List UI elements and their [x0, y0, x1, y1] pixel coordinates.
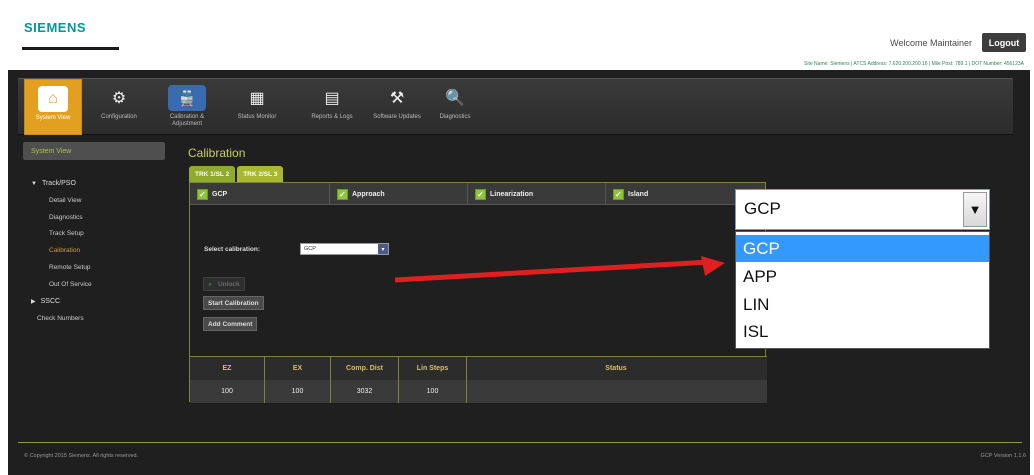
- toolbar-label: Software Updates: [373, 114, 421, 120]
- checkmark-icon: ✓: [337, 188, 348, 200]
- sidebar-item-diagnostics[interactable]: Diagnostics: [49, 214, 83, 221]
- cal-type-approach[interactable]: ✓ Approach: [330, 183, 468, 205]
- app-window: SIEMENS Welcome Maintainer Logout Site N…: [0, 0, 1034, 475]
- table-header: EZ: [190, 357, 265, 380]
- track-tabs: TRK 1/SL 2 TRK 2/SL 3: [189, 166, 284, 182]
- add-comment-button[interactable]: Add Comment: [203, 317, 258, 331]
- select-calibration-label: Select calibration:: [204, 246, 260, 253]
- calibration-type-row: ✓ GCP ✓ Approach ✓ Linearization ✓ Island: [190, 183, 765, 205]
- table-cell: 100: [265, 380, 331, 403]
- dropdown-option-app[interactable]: APP: [736, 263, 989, 290]
- dropdown-options-list: GCP APP LIN ISL: [735, 231, 990, 349]
- magnifier-icon: 🔍: [445, 90, 465, 107]
- toolbar-label: Diagnostics: [439, 114, 471, 120]
- dropdown-option-isl[interactable]: ISL: [736, 318, 989, 345]
- calibration-panel: ✓ GCP ✓ Approach ✓ Linearization ✓ Island Se…: [189, 182, 767, 403]
- calibration-select-value: GCP: [304, 246, 316, 252]
- main-toolbar: ⌂ System View ⚙ Configuration 🚆 Calibrat…: [18, 78, 1013, 135]
- sidebar-item-check-numbers[interactable]: Check Numbers: [37, 315, 84, 322]
- house-icon: ⌂: [38, 86, 68, 112]
- red-arrow-annotation: [395, 256, 725, 283]
- checkmark-icon: ✓: [613, 188, 624, 200]
- results-table: EZ EX Comp. Dist Lin Steps Status 100 10…: [190, 356, 767, 403]
- sidebar-node-sscc[interactable]: ▶ SSCC: [31, 298, 60, 305]
- cal-type-label: Linearization: [490, 190, 534, 198]
- checkmark-icon: ✓: [475, 188, 486, 200]
- table-row: 100 100 3032 100: [190, 380, 767, 403]
- toolbar-label: Configuration: [101, 114, 137, 120]
- toolbar-label: Calibration & Adjustment: [169, 114, 205, 127]
- toolbar-label: Status Monitor: [237, 114, 277, 120]
- document-icon: ▤: [324, 90, 340, 107]
- sidebar-node-label: Track/PSO: [41, 180, 76, 187]
- welcome-text: Welcome Maintainer: [890, 38, 972, 48]
- gears-icon: ⚙: [111, 90, 127, 107]
- toolbar-reports-logs[interactable]: ▤ Reports & Logs: [303, 79, 361, 135]
- table-header: Lin Steps: [399, 357, 467, 380]
- expand-triangle-icon[interactable]: ▼: [31, 181, 37, 187]
- toolbar-status-monitor[interactable]: ▦ Status Monitor: [228, 79, 286, 135]
- chevron-down-icon[interactable]: ▾: [378, 244, 388, 254]
- table-cell: 100: [190, 380, 265, 403]
- page-header: SIEMENS Welcome Maintainer Logout Site N…: [8, 10, 1030, 70]
- toolbar-system-view[interactable]: ⌂ System View: [24, 79, 82, 135]
- tab-trk2-sl3[interactable]: TRK 2/SL 3: [237, 166, 284, 182]
- dropdown-arrow-icon[interactable]: ▼: [963, 192, 987, 227]
- lock-icon: ●: [208, 280, 212, 288]
- sidebar-item-calibration[interactable]: Calibration: [49, 247, 80, 254]
- toolbar-diagnostics[interactable]: 🔍 Diagnostics: [426, 79, 484, 135]
- sidebar-item-detail-view[interactable]: Detail View: [49, 197, 81, 204]
- cal-type-label: GCP: [212, 190, 228, 198]
- sidebar-item-out-of-service[interactable]: Out Of Service: [49, 281, 92, 288]
- page-title: Calibration: [188, 146, 246, 160]
- tab-trk1-sl2[interactable]: TRK 1/SL 2: [189, 166, 236, 182]
- toolbar-configuration[interactable]: ⚙ Configuration: [90, 79, 148, 135]
- calibration-type-dropdown[interactable]: GCP ▼: [735, 189, 990, 230]
- siemens-logo: SIEMENS: [24, 20, 87, 35]
- table-header: EX: [265, 357, 331, 380]
- site-info: Site Name: Siemens | ATCS Address: 7.620…: [804, 61, 1024, 67]
- unlock-button[interactable]: ● Unlock: [203, 277, 245, 291]
- logo-box: SIEMENS: [22, 12, 119, 50]
- footer-divider: [18, 442, 1022, 443]
- cal-type-linearization[interactable]: ✓ Linearization: [468, 183, 606, 205]
- monitor-icon: ▦: [249, 90, 265, 107]
- sidebar-node-track-pso[interactable]: ▼ Track/PSO: [31, 180, 76, 187]
- train-wrench-icon: 🚆: [168, 85, 206, 111]
- sidebar-node-label: SSCC: [40, 298, 61, 305]
- table-cell: 3032: [331, 380, 399, 403]
- sidebar: System View ▼ Track/PSO Detail View Diagn…: [23, 142, 165, 362]
- dropdown-option-gcp[interactable]: GCP: [736, 235, 989, 262]
- cal-type-label: Approach: [352, 190, 385, 198]
- calibration-select[interactable]: GCP ▾: [300, 243, 389, 255]
- sidebar-item-track-setup[interactable]: Track Setup: [49, 230, 84, 237]
- toolbar-software-updates[interactable]: ⚒ Software Updates: [368, 79, 426, 135]
- dropdown-selected-value: GCP: [744, 199, 781, 218]
- table-header: Status: [605, 365, 627, 372]
- unlock-label: Unlock: [217, 280, 240, 288]
- collapse-triangle-icon[interactable]: ▶: [31, 298, 36, 305]
- logout-button[interactable]: Logout: [982, 33, 1026, 52]
- sidebar-header[interactable]: System View: [23, 142, 165, 160]
- start-calibration-button[interactable]: Start Calibration: [203, 296, 264, 310]
- checkmark-icon: ✓: [197, 188, 208, 200]
- toolbar-calibration[interactable]: 🚆 Calibration & Adjustment: [158, 79, 216, 135]
- copyright-text: © Copyright 2015 Siemens. All rights res…: [24, 453, 139, 459]
- dropdown-option-lin[interactable]: LIN: [736, 291, 989, 318]
- software-icon: ⚒: [389, 90, 405, 107]
- cal-type-label: Island: [628, 190, 649, 198]
- table-cell: [467, 380, 765, 403]
- sidebar-item-remote-setup[interactable]: Remote Setup: [49, 264, 91, 271]
- version-text: GCP Version 1.1.6: [980, 453, 1026, 459]
- toolbar-label: Reports & Logs: [311, 114, 353, 120]
- toolbar-label: System View: [35, 115, 71, 121]
- table-header-row: EZ EX Comp. Dist Lin Steps Status: [190, 357, 767, 380]
- cal-type-island[interactable]: ✓ Island: [606, 183, 744, 205]
- table-header: Comp. Dist: [331, 357, 399, 380]
- cal-type-gcp[interactable]: ✓ GCP: [190, 183, 330, 205]
- table-cell: 100: [399, 380, 467, 403]
